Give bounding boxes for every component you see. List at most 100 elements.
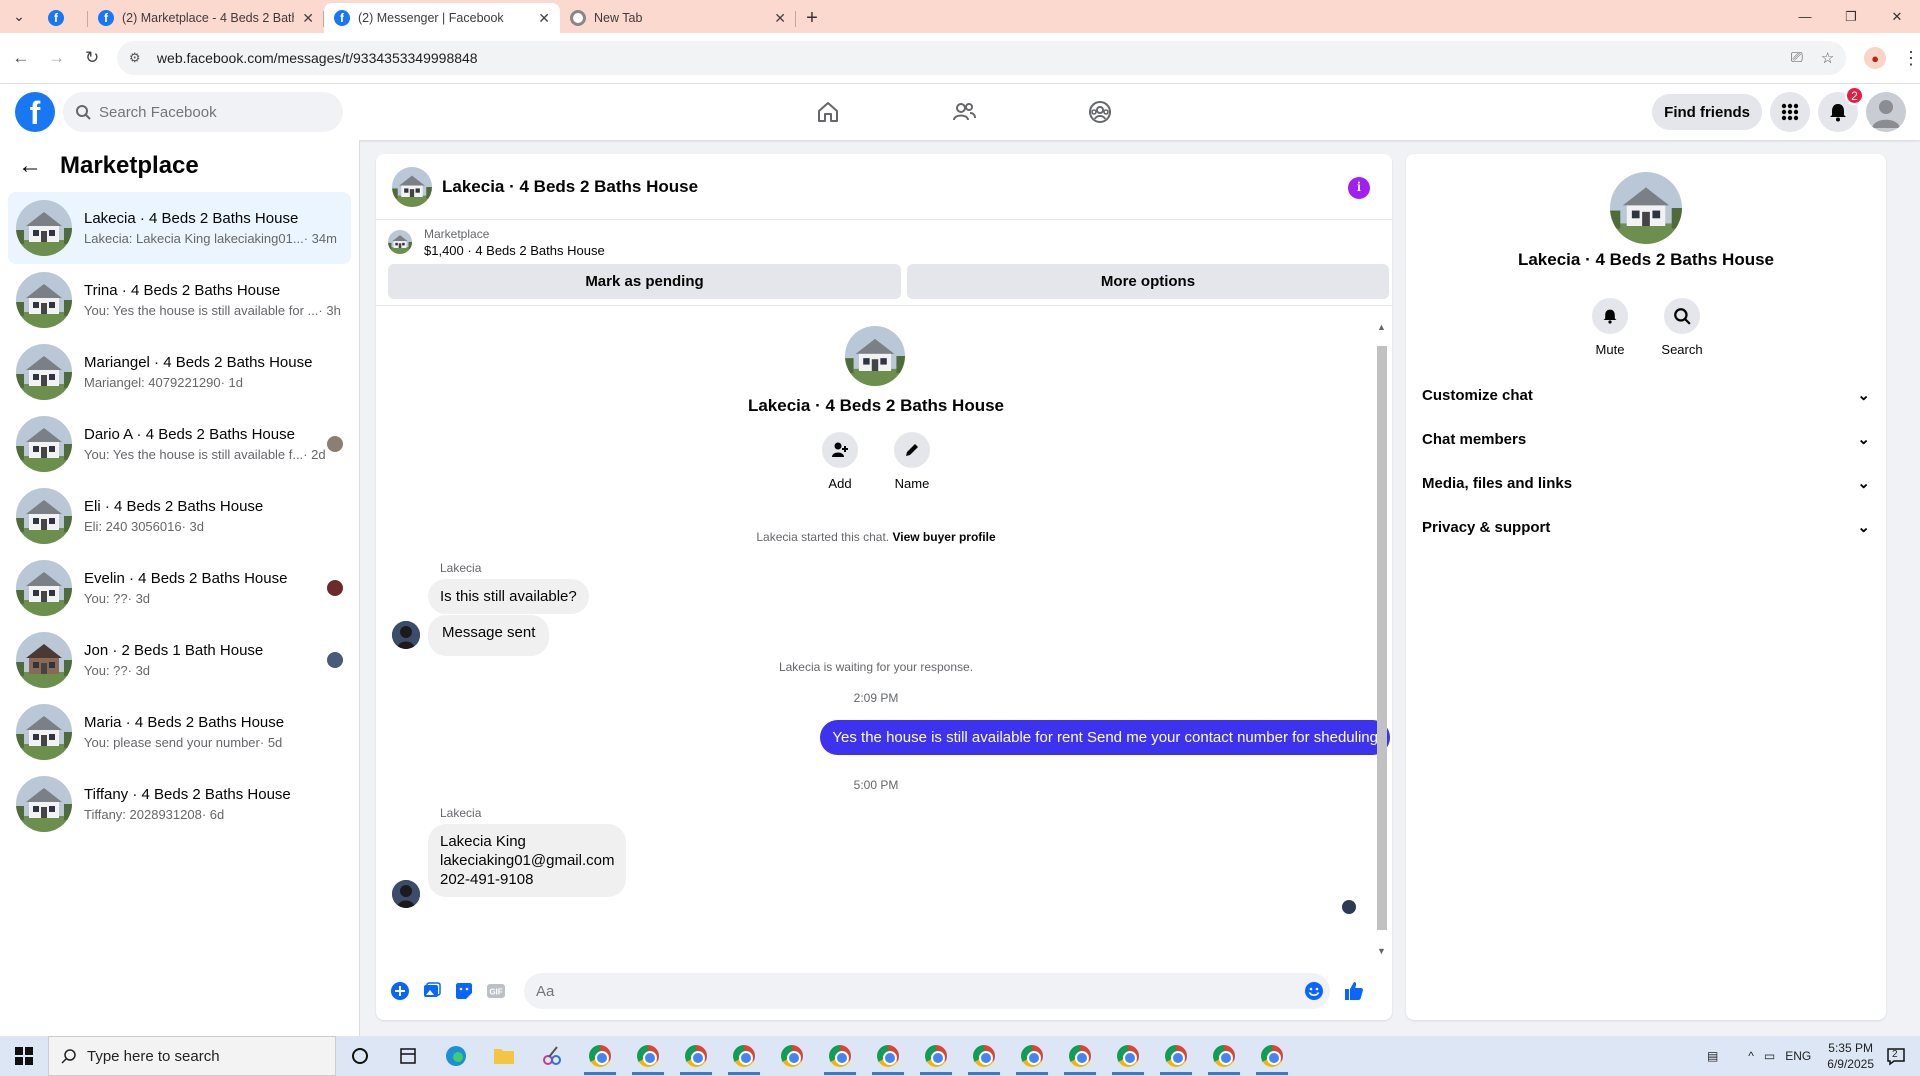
edge-icon[interactable] bbox=[432, 1036, 480, 1076]
conversation-item[interactable]: Lakecia · 4 Beds 2 Baths House Lakecia: L… bbox=[8, 192, 351, 264]
scroll-up-arrow-icon[interactable]: ▲ bbox=[1377, 322, 1386, 332]
chrome-menu-icon[interactable]: ⋮ bbox=[1902, 48, 1920, 69]
language-indicator[interactable]: ENG bbox=[1785, 1049, 1811, 1063]
search-input[interactable] bbox=[99, 103, 299, 121]
close-tab-icon[interactable]: ✕ bbox=[302, 10, 314, 27]
chrome-taskbar-icon[interactable] bbox=[672, 1036, 720, 1076]
outgoing-message[interactable]: Yes the house is still available for ren… bbox=[820, 720, 1390, 755]
chrome-taskbar-icon[interactable] bbox=[1152, 1036, 1200, 1076]
mark-as-pending-button[interactable]: Mark as pending bbox=[388, 264, 901, 299]
add-people-button[interactable]: Add bbox=[821, 432, 859, 491]
chat-title[interactable]: Lakecia · 4 Beds 2 Baths House bbox=[442, 177, 698, 197]
conversation-item[interactable]: Dario A · 4 Beds 2 Baths House You: Yes t… bbox=[8, 408, 351, 480]
chrome-taskbar-icon[interactable] bbox=[1104, 1036, 1152, 1076]
search-in-chat-button[interactable]: Search bbox=[1661, 298, 1703, 357]
conversation-item[interactable]: Mariangel · 4 Beds 2 Baths House Mariange… bbox=[8, 336, 351, 408]
media-files-links-section[interactable]: Media, files and links ⌄ bbox=[1414, 461, 1878, 505]
profile-icon[interactable]: ● bbox=[1864, 47, 1886, 69]
install-app-icon[interactable]: ⎚ bbox=[1791, 49, 1803, 67]
new-tab-button[interactable]: + bbox=[796, 3, 828, 33]
chrome-taskbar-icon[interactable] bbox=[576, 1036, 624, 1076]
taskbar-search[interactable]: Type here to search bbox=[48, 1036, 336, 1076]
minimize-icon[interactable]: — bbox=[1782, 0, 1828, 33]
view-buyer-profile-link[interactable]: View buyer profile bbox=[892, 530, 995, 544]
listing-thumbnail[interactable] bbox=[392, 166, 432, 207]
conversation-item[interactable]: Tiffany · 4 Beds 2 Baths House Tiffany: 2… bbox=[8, 768, 351, 840]
close-tab-icon[interactable]: ✕ bbox=[774, 10, 786, 27]
listing-row[interactable]: Marketplace $1,400 · 4 Beds 2 Baths Hous… bbox=[376, 220, 1392, 264]
weather-icon[interactable]: ▤ bbox=[1707, 1049, 1718, 1063]
tab-search-chevron-icon[interactable]: ⌄ bbox=[0, 0, 38, 33]
reload-button[interactable]: ↻ bbox=[77, 43, 107, 73]
mute-button[interactable]: Mute bbox=[1591, 298, 1629, 357]
chrome-taskbar-icon[interactable] bbox=[1200, 1036, 1248, 1076]
name-chat-button[interactable]: Name bbox=[893, 432, 931, 491]
restore-icon[interactable]: ❐ bbox=[1828, 0, 1874, 33]
widgets-icon[interactable] bbox=[384, 1036, 432, 1076]
message-input[interactable] bbox=[536, 982, 1298, 1000]
find-friends-button[interactable]: Find friends bbox=[1652, 94, 1762, 130]
scroll-thumb[interactable] bbox=[1377, 346, 1387, 930]
close-window-icon[interactable]: ✕ bbox=[1874, 0, 1920, 33]
chrome-taskbar-icon[interactable] bbox=[816, 1036, 864, 1076]
tab-facebook-pinned[interactable]: f bbox=[38, 3, 88, 33]
incoming-message[interactable]: Message sent bbox=[428, 615, 550, 656]
tab-messenger[interactable]: f (2) Messenger | Facebook ✕ bbox=[324, 3, 560, 33]
chrome-taskbar-icon[interactable] bbox=[912, 1036, 960, 1076]
groups-nav[interactable] bbox=[1032, 84, 1168, 140]
gif-icon[interactable]: GIF bbox=[480, 975, 512, 1007]
url-bar[interactable]: ⚙ web.facebook.com/messages/t/9334353349… bbox=[116, 41, 1847, 75]
conversation-item[interactable]: Trina · 4 Beds 2 Baths House You: Yes the… bbox=[8, 264, 351, 336]
back-button[interactable]: ← bbox=[6, 43, 36, 73]
conversation-item[interactable]: Jon · 2 Beds 1 Bath House You: ??· 3d bbox=[8, 624, 351, 696]
emoji-icon[interactable] bbox=[1298, 975, 1330, 1007]
chrome-taskbar-icon[interactable] bbox=[1008, 1036, 1056, 1076]
file-explorer-icon[interactable] bbox=[480, 1036, 528, 1076]
chrome-taskbar-icon[interactable] bbox=[960, 1036, 1008, 1076]
menu-grid-button[interactable] bbox=[1770, 92, 1810, 132]
facebook-search[interactable] bbox=[63, 92, 343, 132]
chrome-taskbar-icon[interactable] bbox=[768, 1036, 816, 1076]
back-arrow-icon[interactable]: ← bbox=[18, 152, 42, 180]
conversation-item[interactable]: Evelin · 4 Beds 2 Baths House You: ??· 3d bbox=[8, 552, 351, 624]
thumbs-up-icon[interactable] bbox=[1338, 975, 1370, 1007]
task-view-icon[interactable] bbox=[336, 1036, 384, 1076]
chrome-taskbar-icon[interactable] bbox=[720, 1036, 768, 1076]
conversation-item[interactable]: Eli · 4 Beds 2 Baths House Eli: 240 30560… bbox=[8, 480, 351, 552]
home-nav[interactable] bbox=[760, 84, 896, 140]
network-icon[interactable]: ▭ bbox=[1764, 1049, 1775, 1063]
close-tab-icon[interactable]: ✕ bbox=[538, 10, 550, 27]
tray-chevron-up-icon[interactable]: ^ bbox=[1748, 1049, 1754, 1063]
chrome-taskbar-icon[interactable] bbox=[1248, 1036, 1296, 1076]
site-info-icon[interactable]: ⚙ bbox=[129, 50, 149, 66]
conversation-item[interactable]: Maria · 4 Beds 2 Baths House You: please … bbox=[8, 696, 351, 768]
photo-icon[interactable] bbox=[416, 975, 448, 1007]
plus-circle-icon[interactable] bbox=[384, 975, 416, 1007]
buyer-avatar[interactable] bbox=[392, 880, 420, 908]
chat-info-avatar[interactable] bbox=[1610, 172, 1682, 244]
snipping-tool-icon[interactable] bbox=[528, 1036, 576, 1076]
incoming-message[interactable]: Is this still available? bbox=[428, 579, 589, 614]
notifications-button[interactable]: 2 bbox=[1818, 86, 1864, 132]
account-avatar[interactable] bbox=[1866, 92, 1906, 132]
message-input-box[interactable] bbox=[524, 973, 1330, 1009]
url-text[interactable]: web.facebook.com/messages/t/933435334999… bbox=[157, 50, 1791, 66]
chat-members-section[interactable]: Chat members ⌄ bbox=[1414, 417, 1878, 461]
sticker-icon[interactable] bbox=[448, 975, 480, 1007]
chrome-taskbar-icon[interactable] bbox=[1056, 1036, 1104, 1076]
customize-chat-section[interactable]: Customize chat ⌄ bbox=[1414, 373, 1878, 417]
facebook-logo-icon[interactable]: f bbox=[15, 92, 55, 132]
scrollbar[interactable]: ▲ ▼ bbox=[1376, 322, 1388, 956]
clock[interactable]: 5:35 PM 6/9/2025 bbox=[1827, 1040, 1874, 1072]
windows-start-icon[interactable] bbox=[0, 1036, 48, 1076]
bookmark-star-icon[interactable]: ☆ bbox=[1821, 49, 1834, 67]
more-options-button[interactable]: More options bbox=[907, 264, 1389, 299]
scroll-down-arrow-icon[interactable]: ▼ bbox=[1377, 946, 1386, 956]
friends-nav[interactable] bbox=[896, 84, 1032, 140]
notification-center-icon[interactable]: 2 bbox=[1886, 1046, 1906, 1066]
chrome-taskbar-icon[interactable] bbox=[864, 1036, 912, 1076]
forward-button[interactable]: → bbox=[42, 43, 72, 73]
info-icon[interactable]: i bbox=[1348, 177, 1370, 199]
tab-new-tab[interactable]: New Tab ✕ bbox=[560, 3, 796, 33]
buyer-avatar[interactable] bbox=[392, 621, 420, 649]
